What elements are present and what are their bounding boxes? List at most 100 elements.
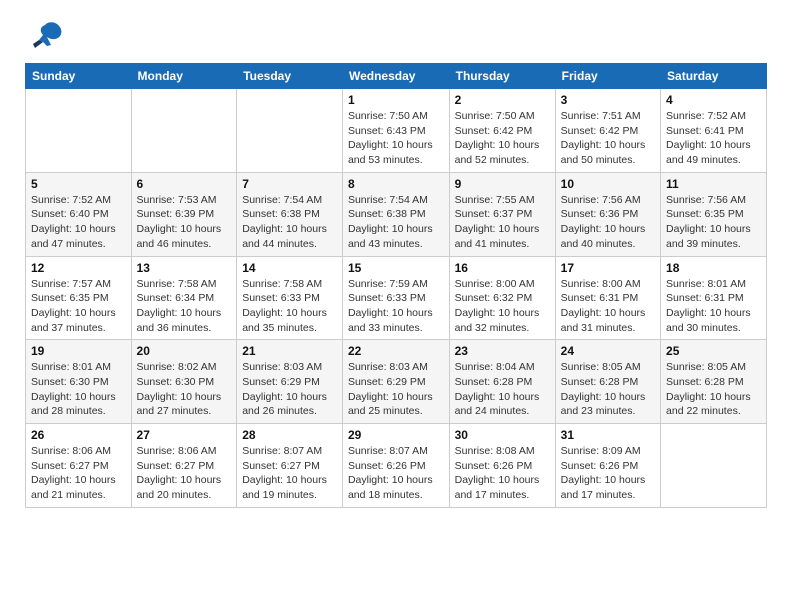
day-detail: Sunrise: 8:07 AMSunset: 6:27 PMDaylight:… <box>242 444 337 503</box>
calendar-cell: 17 Sunrise: 8:00 AMSunset: 6:31 PMDayligh… <box>555 256 660 340</box>
day-number: 15 <box>348 261 444 275</box>
day-detail: Sunrise: 7:53 AMSunset: 6:39 PMDaylight:… <box>137 193 232 252</box>
day-detail: Sunrise: 8:01 AMSunset: 6:30 PMDaylight:… <box>31 360 126 419</box>
calendar-cell: 20 Sunrise: 8:02 AMSunset: 6:30 PMDayligh… <box>131 340 237 424</box>
logo-bird-icon <box>25 20 65 55</box>
calendar-cell <box>131 89 237 173</box>
day-number: 13 <box>137 261 232 275</box>
col-header-sunday: Sunday <box>26 64 132 89</box>
calendar-week-row: 1 Sunrise: 7:50 AMSunset: 6:43 PMDaylight… <box>26 89 767 173</box>
col-header-tuesday: Tuesday <box>237 64 343 89</box>
col-header-friday: Friday <box>555 64 660 89</box>
day-number: 14 <box>242 261 337 275</box>
day-number: 2 <box>455 93 550 107</box>
day-detail: Sunrise: 7:56 AMSunset: 6:35 PMDaylight:… <box>666 193 761 252</box>
day-detail: Sunrise: 7:57 AMSunset: 6:35 PMDaylight:… <box>31 277 126 336</box>
day-number: 26 <box>31 428 126 442</box>
day-detail: Sunrise: 7:55 AMSunset: 6:37 PMDaylight:… <box>455 193 550 252</box>
day-number: 12 <box>31 261 126 275</box>
day-detail: Sunrise: 7:56 AMSunset: 6:36 PMDaylight:… <box>561 193 655 252</box>
calendar-cell: 12 Sunrise: 7:57 AMSunset: 6:35 PMDayligh… <box>26 256 132 340</box>
day-number: 1 <box>348 93 444 107</box>
day-number: 5 <box>31 177 126 191</box>
day-detail: Sunrise: 7:58 AMSunset: 6:33 PMDaylight:… <box>242 277 337 336</box>
calendar-table: SundayMondayTuesdayWednesdayThursdayFrid… <box>25 63 767 508</box>
calendar-cell: 16 Sunrise: 8:00 AMSunset: 6:32 PMDayligh… <box>449 256 555 340</box>
day-number: 28 <box>242 428 337 442</box>
day-number: 19 <box>31 344 126 358</box>
day-number: 27 <box>137 428 232 442</box>
day-detail: Sunrise: 8:00 AMSunset: 6:31 PMDaylight:… <box>561 277 655 336</box>
calendar-week-row: 19 Sunrise: 8:01 AMSunset: 6:30 PMDayligh… <box>26 340 767 424</box>
calendar-week-row: 12 Sunrise: 7:57 AMSunset: 6:35 PMDayligh… <box>26 256 767 340</box>
day-detail: Sunrise: 8:00 AMSunset: 6:32 PMDaylight:… <box>455 277 550 336</box>
day-number: 7 <box>242 177 337 191</box>
day-number: 23 <box>455 344 550 358</box>
day-number: 17 <box>561 261 655 275</box>
day-number: 3 <box>561 93 655 107</box>
calendar-cell: 4 Sunrise: 7:52 AMSunset: 6:41 PMDaylight… <box>661 89 767 173</box>
day-detail: Sunrise: 7:54 AMSunset: 6:38 PMDaylight:… <box>348 193 444 252</box>
calendar-cell: 23 Sunrise: 8:04 AMSunset: 6:28 PMDayligh… <box>449 340 555 424</box>
calendar-cell: 2Sunrise: 7:50 AMSunset: 6:42 PMDaylight… <box>449 89 555 173</box>
day-number: 22 <box>348 344 444 358</box>
calendar-cell: 8 Sunrise: 7:54 AMSunset: 6:38 PMDaylight… <box>342 172 449 256</box>
calendar-cell: 21 Sunrise: 8:03 AMSunset: 6:29 PMDayligh… <box>237 340 343 424</box>
col-header-thursday: Thursday <box>449 64 555 89</box>
day-detail: Sunrise: 8:09 AMSunset: 6:26 PMDaylight:… <box>561 444 655 503</box>
calendar-cell <box>26 89 132 173</box>
calendar-cell: 10 Sunrise: 7:56 AMSunset: 6:36 PMDayligh… <box>555 172 660 256</box>
day-number: 16 <box>455 261 550 275</box>
calendar-cell: 5Sunrise: 7:52 AMSunset: 6:40 PMDaylight… <box>26 172 132 256</box>
day-detail: Sunrise: 8:01 AMSunset: 6:31 PMDaylight:… <box>666 277 761 336</box>
day-number: 6 <box>137 177 232 191</box>
col-header-saturday: Saturday <box>661 64 767 89</box>
calendar-cell: 7 Sunrise: 7:54 AMSunset: 6:38 PMDaylight… <box>237 172 343 256</box>
calendar-cell: 27Sunrise: 8:06 AMSunset: 6:27 PMDayligh… <box>131 424 237 508</box>
calendar-cell: 19 Sunrise: 8:01 AMSunset: 6:30 PMDayligh… <box>26 340 132 424</box>
col-header-monday: Monday <box>131 64 237 89</box>
day-number: 8 <box>348 177 444 191</box>
calendar-cell: 31 Sunrise: 8:09 AMSunset: 6:26 PMDayligh… <box>555 424 660 508</box>
day-detail: Sunrise: 7:52 AMSunset: 6:41 PMDaylight:… <box>666 109 761 168</box>
day-detail: Sunrise: 8:06 AMSunset: 6:27 PMDaylight:… <box>31 444 126 503</box>
calendar-cell: 9 Sunrise: 7:55 AMSunset: 6:37 PMDaylight… <box>449 172 555 256</box>
calendar-cell: 1 Sunrise: 7:50 AMSunset: 6:43 PMDaylight… <box>342 89 449 173</box>
calendar-cell: 30Sunrise: 8:08 AMSunset: 6:26 PMDayligh… <box>449 424 555 508</box>
header <box>25 20 767 55</box>
day-number: 9 <box>455 177 550 191</box>
calendar-week-row: 5Sunrise: 7:52 AMSunset: 6:40 PMDaylight… <box>26 172 767 256</box>
calendar-cell: 14 Sunrise: 7:58 AMSunset: 6:33 PMDayligh… <box>237 256 343 340</box>
day-number: 10 <box>561 177 655 191</box>
day-detail: Sunrise: 8:02 AMSunset: 6:30 PMDaylight:… <box>137 360 232 419</box>
day-number: 4 <box>666 93 761 107</box>
calendar-cell: 28 Sunrise: 8:07 AMSunset: 6:27 PMDayligh… <box>237 424 343 508</box>
day-number: 21 <box>242 344 337 358</box>
day-detail: Sunrise: 7:50 AMSunset: 6:43 PMDaylight:… <box>348 109 444 168</box>
day-detail: Sunrise: 7:54 AMSunset: 6:38 PMDaylight:… <box>242 193 337 252</box>
day-number: 31 <box>561 428 655 442</box>
day-detail: Sunrise: 8:03 AMSunset: 6:29 PMDaylight:… <box>242 360 337 419</box>
day-number: 11 <box>666 177 761 191</box>
calendar-cell: 11 Sunrise: 7:56 AMSunset: 6:35 PMDayligh… <box>661 172 767 256</box>
calendar-cell <box>237 89 343 173</box>
day-number: 29 <box>348 428 444 442</box>
calendar-week-row: 26 Sunrise: 8:06 AMSunset: 6:27 PMDayligh… <box>26 424 767 508</box>
day-detail: Sunrise: 8:05 AMSunset: 6:28 PMDaylight:… <box>666 360 761 419</box>
day-detail: Sunrise: 7:51 AMSunset: 6:42 PMDaylight:… <box>561 109 655 168</box>
calendar-header-row: SundayMondayTuesdayWednesdayThursdayFrid… <box>26 64 767 89</box>
calendar-cell: 3 Sunrise: 7:51 AMSunset: 6:42 PMDaylight… <box>555 89 660 173</box>
day-number: 24 <box>561 344 655 358</box>
day-number: 18 <box>666 261 761 275</box>
calendar-cell <box>661 424 767 508</box>
day-number: 25 <box>666 344 761 358</box>
calendar-cell: 25 Sunrise: 8:05 AMSunset: 6:28 PMDayligh… <box>661 340 767 424</box>
day-detail: Sunrise: 8:04 AMSunset: 6:28 PMDaylight:… <box>455 360 550 419</box>
calendar-cell: 18 Sunrise: 8:01 AMSunset: 6:31 PMDayligh… <box>661 256 767 340</box>
calendar-cell: 26 Sunrise: 8:06 AMSunset: 6:27 PMDayligh… <box>26 424 132 508</box>
day-detail: Sunrise: 7:59 AMSunset: 6:33 PMDaylight:… <box>348 277 444 336</box>
calendar-cell: 15 Sunrise: 7:59 AMSunset: 6:33 PMDayligh… <box>342 256 449 340</box>
day-number: 20 <box>137 344 232 358</box>
logo-area <box>25 20 69 55</box>
col-header-wednesday: Wednesday <box>342 64 449 89</box>
